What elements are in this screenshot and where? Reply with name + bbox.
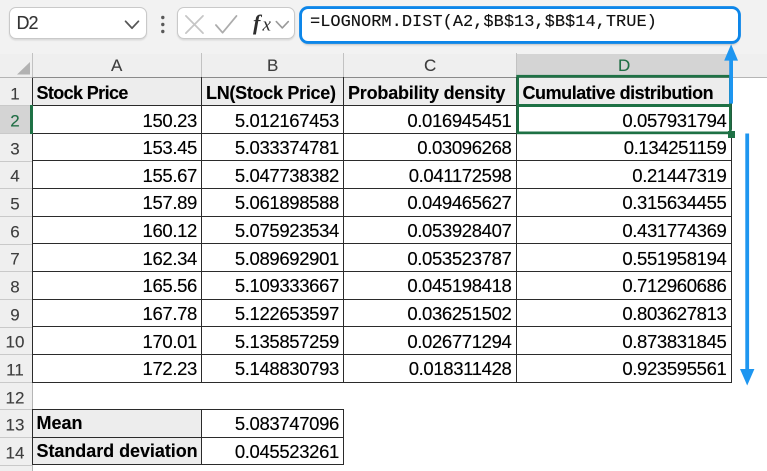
svg-text:f: f — [253, 10, 263, 35]
svg-text:x: x — [262, 15, 272, 36]
